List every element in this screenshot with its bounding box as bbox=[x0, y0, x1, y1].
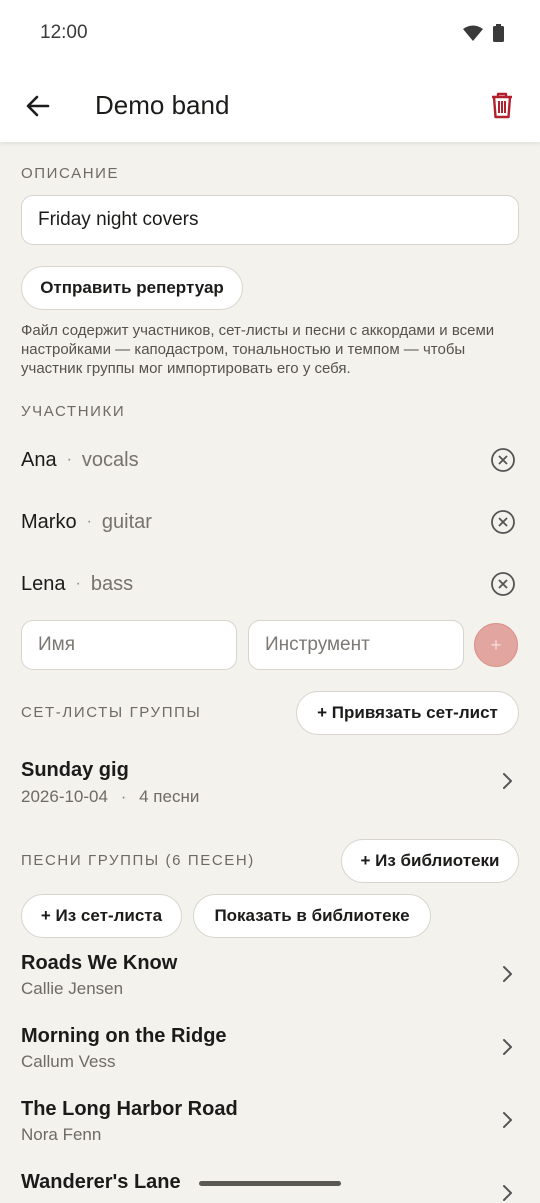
setlists-label: СЕТ-ЛИСТЫ ГРУППЫ bbox=[21, 704, 201, 721]
export-hint: Файл содержит участников, сет-листы и пе… bbox=[21, 321, 511, 378]
member-row: Lena · bass bbox=[21, 564, 521, 604]
song-artist: Callie Jensen bbox=[21, 979, 123, 999]
back-arrow-icon[interactable] bbox=[22, 90, 54, 122]
member-row: Marko · guitar bbox=[21, 502, 521, 542]
setlist-date: 2026-10-04 bbox=[21, 787, 108, 806]
description-input[interactable]: Friday night covers bbox=[21, 195, 519, 245]
app-bar: Demo band bbox=[0, 70, 540, 142]
chevron-right-icon bbox=[497, 1110, 517, 1130]
member-role: guitar bbox=[102, 511, 152, 534]
remove-member-icon[interactable] bbox=[490, 571, 516, 597]
song-title: The Long Harbor Road bbox=[21, 1098, 238, 1121]
add-from-library-button[interactable]: + Из библиотеки bbox=[341, 839, 519, 883]
member-instrument-input[interactable]: Инструмент bbox=[248, 620, 464, 670]
setlist-separator: · bbox=[121, 787, 127, 806]
remove-member-icon[interactable] bbox=[490, 447, 516, 473]
member-separator: · bbox=[87, 513, 92, 531]
member-separator: · bbox=[67, 451, 72, 469]
page-title: Demo band bbox=[95, 90, 229, 121]
status-icons bbox=[463, 24, 504, 42]
chevron-right-icon bbox=[497, 1183, 517, 1203]
songs-label: ПЕСНИ ГРУППЫ (6 ПЕСЕН) bbox=[21, 852, 255, 869]
member-separator: · bbox=[76, 575, 81, 593]
member-name: Ana bbox=[21, 449, 57, 472]
member-name: Lena bbox=[21, 573, 66, 596]
setlist-title: Sunday gig bbox=[21, 759, 129, 782]
status-bar: 12:00 bbox=[0, 0, 540, 70]
status-time: 12:00 bbox=[40, 22, 88, 44]
setlist-meta: 2026-10-04 · 4 песни bbox=[21, 787, 199, 807]
add-member-button[interactable]: + bbox=[474, 623, 518, 667]
delete-band-icon[interactable] bbox=[486, 89, 518, 121]
member-name: Marko bbox=[21, 511, 77, 534]
attach-setlist-button[interactable]: + Привязать сет-лист bbox=[296, 691, 519, 735]
chevron-right-icon bbox=[497, 1037, 517, 1057]
setlist-song-count: 4 песни bbox=[139, 787, 199, 806]
wifi-icon bbox=[463, 25, 483, 41]
song-artist: Nora Fenn bbox=[21, 1125, 101, 1145]
members-label: УЧАСТНИКИ bbox=[21, 403, 125, 420]
chevron-right-icon bbox=[497, 964, 517, 984]
plus-icon: + bbox=[491, 635, 502, 656]
remove-member-icon[interactable] bbox=[490, 509, 516, 535]
add-from-setlist-button[interactable]: + Из сет-листа bbox=[21, 894, 182, 938]
song-title: Wanderer's Lane bbox=[21, 1171, 181, 1194]
send-repertoire-button[interactable]: Отправить репертуар bbox=[21, 266, 243, 310]
battery-icon bbox=[493, 24, 504, 42]
chevron-right-icon bbox=[497, 771, 517, 791]
description-label: ОПИСАНИЕ bbox=[21, 165, 119, 182]
song-title: Roads We Know bbox=[21, 952, 177, 975]
member-role: bass bbox=[91, 573, 133, 596]
song-title: Morning on the Ridge bbox=[21, 1025, 227, 1048]
show-in-library-button[interactable]: Показать в библиотеке bbox=[193, 894, 431, 938]
song-artist: Callum Vess bbox=[21, 1052, 115, 1072]
member-role: vocals bbox=[82, 449, 139, 472]
member-row: Ana · vocals bbox=[21, 440, 521, 480]
gesture-home-bar[interactable] bbox=[199, 1181, 341, 1186]
member-name-input[interactable]: Имя bbox=[21, 620, 237, 670]
